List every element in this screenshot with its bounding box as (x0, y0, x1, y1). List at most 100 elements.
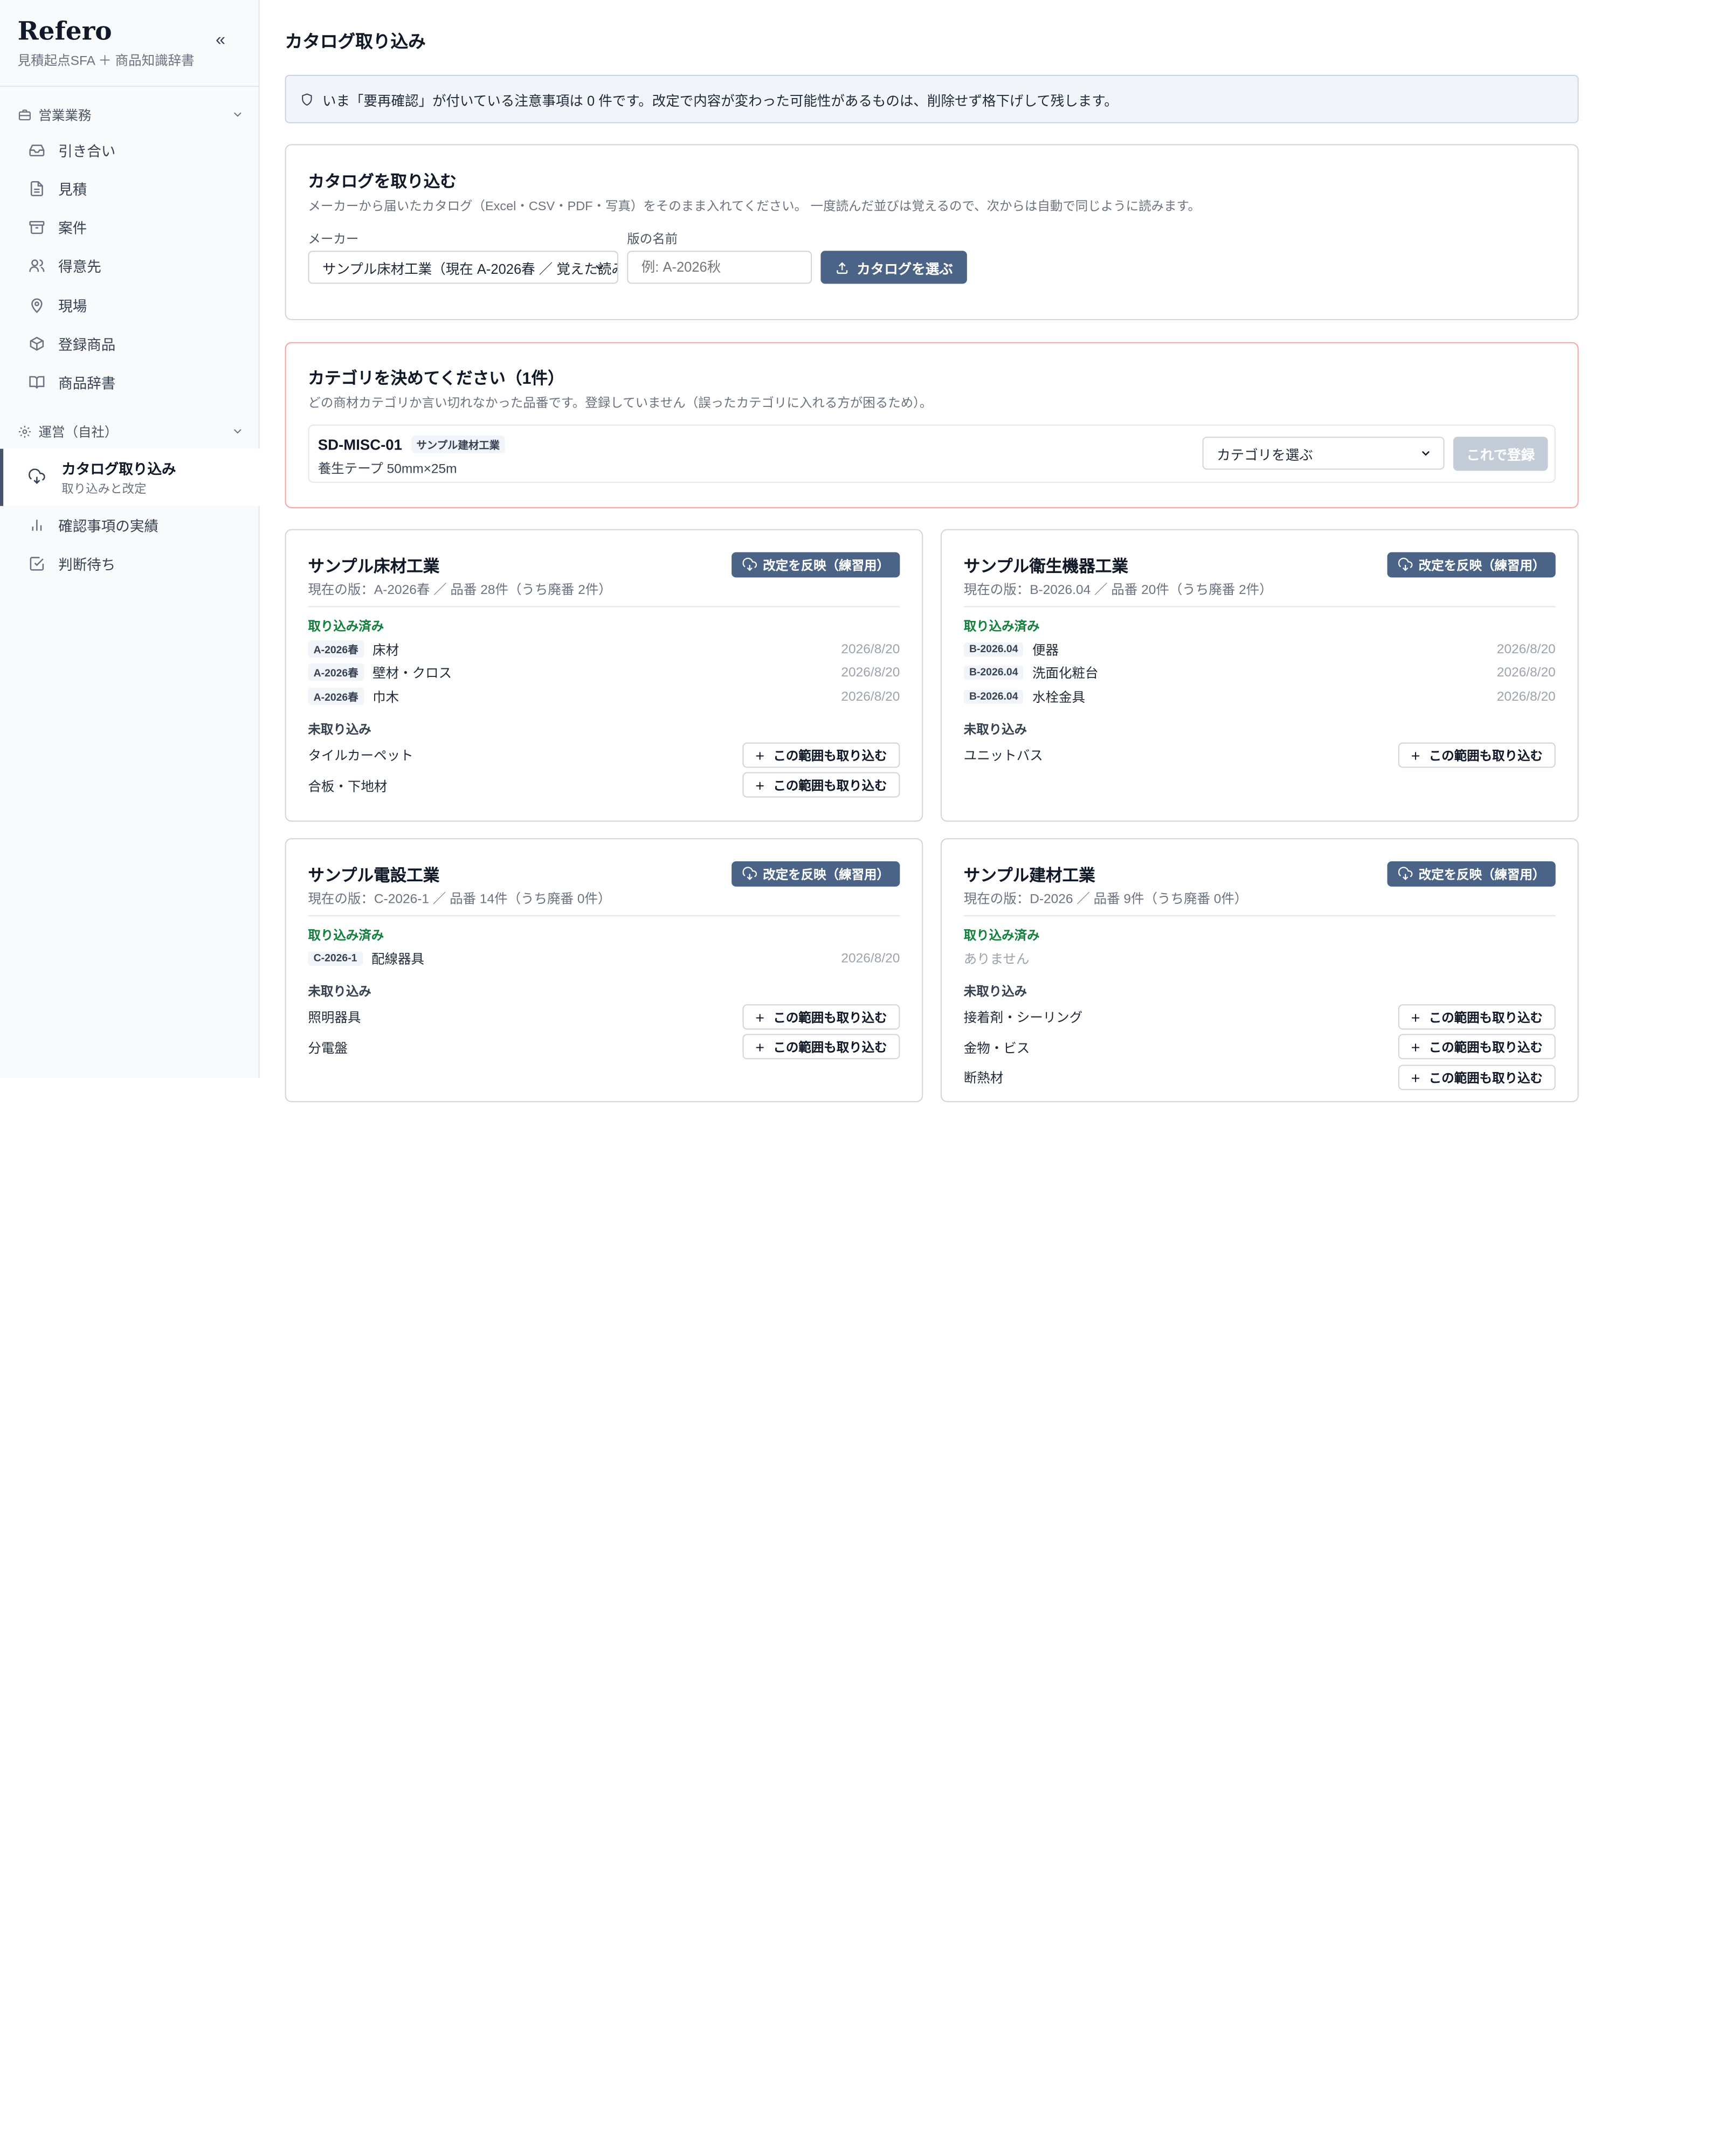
sidebar-item-label: 判断待ち (58, 556, 116, 573)
maker-select[interactable]: サンプル床材工業（現在 A-2026春 ／ 覚えた読み方あり） (308, 251, 618, 284)
book-open-icon (29, 374, 45, 390)
reflect-revision-button[interactable]: 改定を反映（練習用） (732, 552, 900, 578)
category-card-title: カテゴリを決めてください（1件） (308, 369, 564, 389)
choose-catalog-button[interactable]: カタログを選ぶ (820, 251, 967, 284)
import-date: 2026/8/20 (841, 950, 900, 966)
users-icon (29, 257, 45, 274)
reflect-revision-button[interactable]: 改定を反映（練習用） (732, 861, 900, 887)
reflect-revision-label: 改定を反映（練習用） (763, 868, 889, 882)
inbox-icon (29, 141, 45, 158)
imported-row: B-2026.04 洗面化粧台 2026/8/20 (963, 661, 1556, 683)
maker-meta: 現在の版：C-2026-1 ／ 品番 14件（うち廃番 0件） (308, 891, 611, 907)
plus-icon: + (755, 746, 765, 764)
maker-name: サンプル床材工業 (308, 557, 440, 577)
import-range-label: この範囲も取り込む (773, 749, 887, 763)
not-imported-heading: 未取り込み (963, 985, 1027, 999)
divider (308, 915, 900, 916)
import-date: 2026/8/20 (1496, 641, 1556, 657)
imported-row: B-2026.04 水栓金具 2026/8/20 (963, 685, 1556, 707)
sidebar-item-label: 案件 (58, 219, 87, 236)
sidebar-item-pending-decisions[interactable]: 判断待ち (0, 547, 258, 579)
sidebar-item-sites[interactable]: 現場 (0, 288, 258, 321)
brand-subtitle: 見積起点SFA ＋ 商品知識辞書 (17, 52, 195, 68)
imported-row: A-2026春 巾木 2026/8/20 (308, 685, 900, 707)
category-select-value: カテゴリを選ぶ (1217, 447, 1313, 463)
edition-badge: A-2026春 (308, 640, 364, 658)
divider (963, 915, 1556, 916)
imported-heading: 取り込み済み (963, 620, 1040, 634)
bar-chart-icon (29, 516, 45, 533)
chevron-down-icon (231, 425, 244, 438)
register-category-button[interactable]: これで登録 (1453, 437, 1548, 471)
category-name: 洗面化粧台 (1032, 665, 1099, 681)
divider (308, 606, 900, 607)
sidebar-item-inquiries[interactable]: 引き合い (0, 133, 258, 166)
edition-name-input[interactable] (627, 251, 812, 284)
import-range-button[interactable]: + この範囲も取り込む (742, 772, 900, 798)
category-name: 床材 (372, 641, 399, 658)
sidebar: Refero 見積起点SFA ＋ 商品知識辞書 « 営業業務 引き合い 見積 案… (0, 0, 261, 1078)
sidebar-item-customers[interactable]: 得意先 (0, 248, 258, 281)
edition-badge: B-2026.04 (963, 665, 1024, 680)
brand: Refero 見積起点SFA ＋ 商品知識辞書 (17, 17, 195, 70)
import-range-label: この範囲も取り込む (1429, 1072, 1543, 1086)
briefcase-icon (18, 107, 32, 122)
check-square-icon (29, 555, 45, 572)
category-card: カテゴリを決めてください（1件） どの商材カテゴリか言い切れなかった品番です。登… (285, 342, 1579, 508)
category-card-description: どの商材カテゴリか言い切れなかった品番です。登録していません（誤ったカテゴリに入… (308, 397, 933, 411)
reflect-revision-label: 改定を反映（練習用） (1418, 559, 1545, 573)
imported-heading: 取り込み済み (308, 620, 384, 634)
maker-meta: 現在の版：B-2026.04 ／ 品番 20件（うち廃番 2件） (963, 582, 1273, 598)
sidebar-item-deals[interactable]: 案件 (0, 210, 258, 243)
sidebar-item-products[interactable]: 登録商品 (0, 327, 258, 360)
sidebar-item-catalog-import[interactable]: カタログ取り込み 取り込みと改定 (0, 448, 261, 506)
import-date: 2026/8/20 (841, 664, 900, 680)
import-range-button[interactable]: + この範囲も取り込む (1398, 1034, 1556, 1060)
nav-group-sales[interactable]: 営業業務 (18, 102, 244, 127)
edition-badge: A-2026春 (308, 663, 364, 681)
import-date: 2026/8/20 (841, 641, 900, 657)
import-range-button[interactable]: + この範囲も取り込む (742, 742, 900, 768)
sidebar-item-quotes[interactable]: 見積 (0, 171, 258, 204)
maker-meta: 現在の版：A-2026春 ／ 品番 28件（うち廃番 2件） (308, 582, 612, 598)
import-range-button[interactable]: + この範囲も取り込む (742, 1034, 900, 1060)
reflect-revision-button[interactable]: 改定を反映（練習用） (1387, 552, 1556, 578)
import-range-button[interactable]: + この範囲も取り込む (1398, 742, 1556, 768)
sidebar-item-check-results[interactable]: 確認事項の実績 (0, 508, 258, 541)
sidebar-divider (0, 86, 259, 87)
maker-label: メーカー (308, 233, 359, 247)
cloud-download-icon (1397, 557, 1412, 572)
import-date: 2026/8/20 (841, 688, 900, 704)
category-name: 配線器具 (371, 951, 424, 966)
cloud-download-icon (29, 468, 45, 485)
sidebar-item-dictionary[interactable]: 商品辞書 (0, 365, 258, 398)
category-select[interactable]: カテゴリを選ぶ (1202, 437, 1445, 470)
import-range-label: この範囲も取り込む (773, 1041, 887, 1055)
collapse-sidebar-button[interactable]: « (216, 31, 225, 51)
import-range-button[interactable]: + この範囲も取り込む (1398, 1004, 1556, 1030)
maker-name: サンプル建材工業 (963, 867, 1095, 886)
import-range-button[interactable]: + この範囲も取り込む (742, 1004, 900, 1030)
reflect-revision-label: 改定を反映（練習用） (1418, 868, 1545, 882)
maker-select-value: サンプル床材工業（現在 A-2026春 ／ 覚えた読み方あり） (322, 261, 617, 277)
import-card: カタログを取り込む メーカーから届いたカタログ（Excel・CSV・PDF・写真… (285, 144, 1579, 320)
reflect-revision-button[interactable]: 改定を反映（練習用） (1387, 861, 1556, 887)
imported-row: B-2026.04 便器 2026/8/20 (963, 638, 1556, 660)
plus-icon: + (755, 1008, 765, 1026)
import-range-button[interactable]: + この範囲も取り込む (1398, 1065, 1556, 1090)
imported-heading: 取り込み済み (308, 929, 384, 943)
imported-heading: 取り込み済み (963, 929, 1040, 943)
nav-group-operations[interactable]: 運営（自社） (18, 419, 244, 444)
settings-icon (18, 424, 32, 439)
category-name: タイルカーペット (308, 747, 413, 763)
plus-icon: + (755, 1038, 765, 1056)
category-name: 水栓金具 (1032, 689, 1086, 705)
sidebar-item-label: 得意先 (58, 258, 101, 275)
import-card-title: カタログを取り込む (308, 172, 457, 192)
sidebar-item-label: 引き合い (58, 142, 116, 159)
category-name: 便器 (1032, 641, 1059, 658)
item-name: 養生テープ 50mm×25m (318, 461, 457, 476)
brand-logo[interactable]: Refero (18, 17, 195, 46)
imported-row: C-2026-1 配線器具 2026/8/20 (308, 947, 900, 969)
maker-card: サンプル建材工業 現在の版：D-2026 ／ 品番 9件（うち廃番 0件） 改定… (940, 838, 1579, 1102)
